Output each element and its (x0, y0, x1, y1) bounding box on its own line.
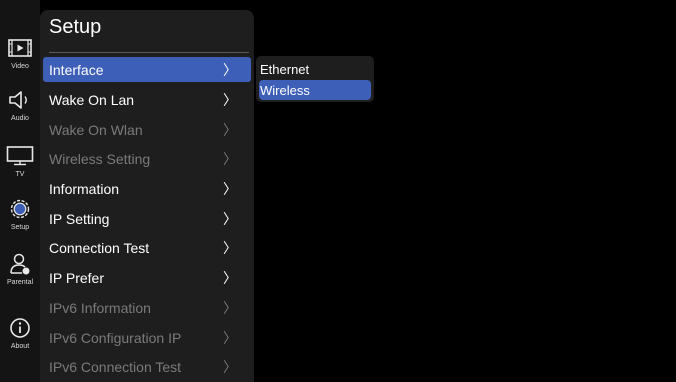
chevron-right-icon: 〉 (223, 329, 237, 346)
setup-menu-panel: Setup Interface 〉 Wake On Lan 〉 Wake On … (40, 10, 254, 382)
menu-item-interface[interactable]: Interface 〉 (43, 57, 251, 82)
video-icon (6, 34, 34, 62)
info-icon (6, 314, 34, 342)
menu-item-label: IP Setting (49, 210, 110, 227)
rail-item-about[interactable]: About (0, 314, 40, 358)
chevron-right-icon: 〉 (223, 61, 237, 78)
chevron-right-icon: 〉 (223, 299, 237, 316)
chevron-right-icon: 〉 (223, 150, 237, 167)
menu-item-ipv6-information[interactable]: IPv6 Information 〉 (43, 295, 251, 320)
title-divider (49, 52, 249, 53)
rail-item-setup[interactable]: Setup (0, 195, 40, 239)
rail-label-setup: Setup (10, 224, 30, 231)
chevron-right-icon: 〉 (223, 239, 237, 256)
option-wireless[interactable]: Wireless (259, 80, 371, 100)
menu-item-label: IP Prefer (49, 269, 104, 286)
interface-options-popup: Ethernet Wireless (256, 56, 374, 102)
menu-item-label: IPv6 Connection Test (49, 358, 182, 375)
menu-item-wireless-setting[interactable]: Wireless Setting 〉 (43, 146, 251, 171)
menu-item-label: Wake On Lan (49, 91, 135, 108)
rail-label-parental: Parental (6, 279, 34, 286)
chevron-right-icon: 〉 (223, 210, 237, 227)
menu-item-label: IPv6 Configuration IP (49, 329, 182, 346)
menu-item-wake-on-lan[interactable]: Wake On Lan 〉 (43, 87, 251, 112)
menu-item-wake-on-wlan[interactable]: Wake On Wlan 〉 (43, 117, 251, 142)
gear-icon (6, 195, 34, 223)
menu-item-label: Information (49, 180, 120, 197)
rail-item-audio[interactable]: Audio (0, 86, 40, 130)
panel-title: Setup (49, 16, 102, 38)
tv-settings-screen: Video Audio TV Setup Parental About Setu… (0, 0, 676, 382)
chevron-right-icon: 〉 (223, 358, 237, 375)
rail-item-video[interactable]: Video (0, 34, 40, 78)
option-label: Ethernet (260, 61, 310, 77)
menu-item-label: Wireless Setting (49, 150, 151, 167)
tv-icon (6, 142, 34, 170)
chevron-right-icon: 〉 (223, 91, 237, 108)
menu-item-label: Connection Test (49, 239, 150, 256)
menu-item-ip-setting[interactable]: IP Setting 〉 (43, 206, 251, 231)
rail-label-video: Video (11, 63, 29, 70)
menu-item-label: IPv6 Information (49, 299, 151, 316)
rail-item-parental[interactable]: Parental (0, 250, 40, 294)
rail-label-about: About (10, 343, 30, 350)
chevron-right-icon: 〉 (223, 121, 237, 138)
rail-label-tv: TV (15, 171, 25, 178)
menu-item-connection-test[interactable]: Connection Test 〉 (43, 235, 251, 260)
rail-label-audio: Audio (11, 115, 29, 122)
menu-item-ip-prefer[interactable]: IP Prefer 〉 (43, 265, 251, 290)
menu-item-label: Wake On Wlan (49, 121, 143, 138)
chevron-right-icon: 〉 (223, 180, 237, 197)
category-rail: Video Audio TV Setup Parental About (0, 0, 40, 382)
rail-item-tv[interactable]: TV (0, 142, 40, 186)
speaker-icon (6, 86, 34, 114)
parental-lock-icon (6, 250, 34, 278)
menu-item-ipv6-connection-test[interactable]: IPv6 Connection Test 〉 (43, 354, 251, 379)
menu-item-label: Interface (49, 61, 104, 78)
menu-item-information[interactable]: Information 〉 (43, 176, 251, 201)
chevron-right-icon: 〉 (223, 269, 237, 286)
option-label: Wireless (260, 82, 310, 98)
menu-item-ipv6-configuration-ip[interactable]: IPv6 Configuration IP 〉 (43, 325, 251, 350)
option-ethernet[interactable]: Ethernet (259, 59, 371, 79)
